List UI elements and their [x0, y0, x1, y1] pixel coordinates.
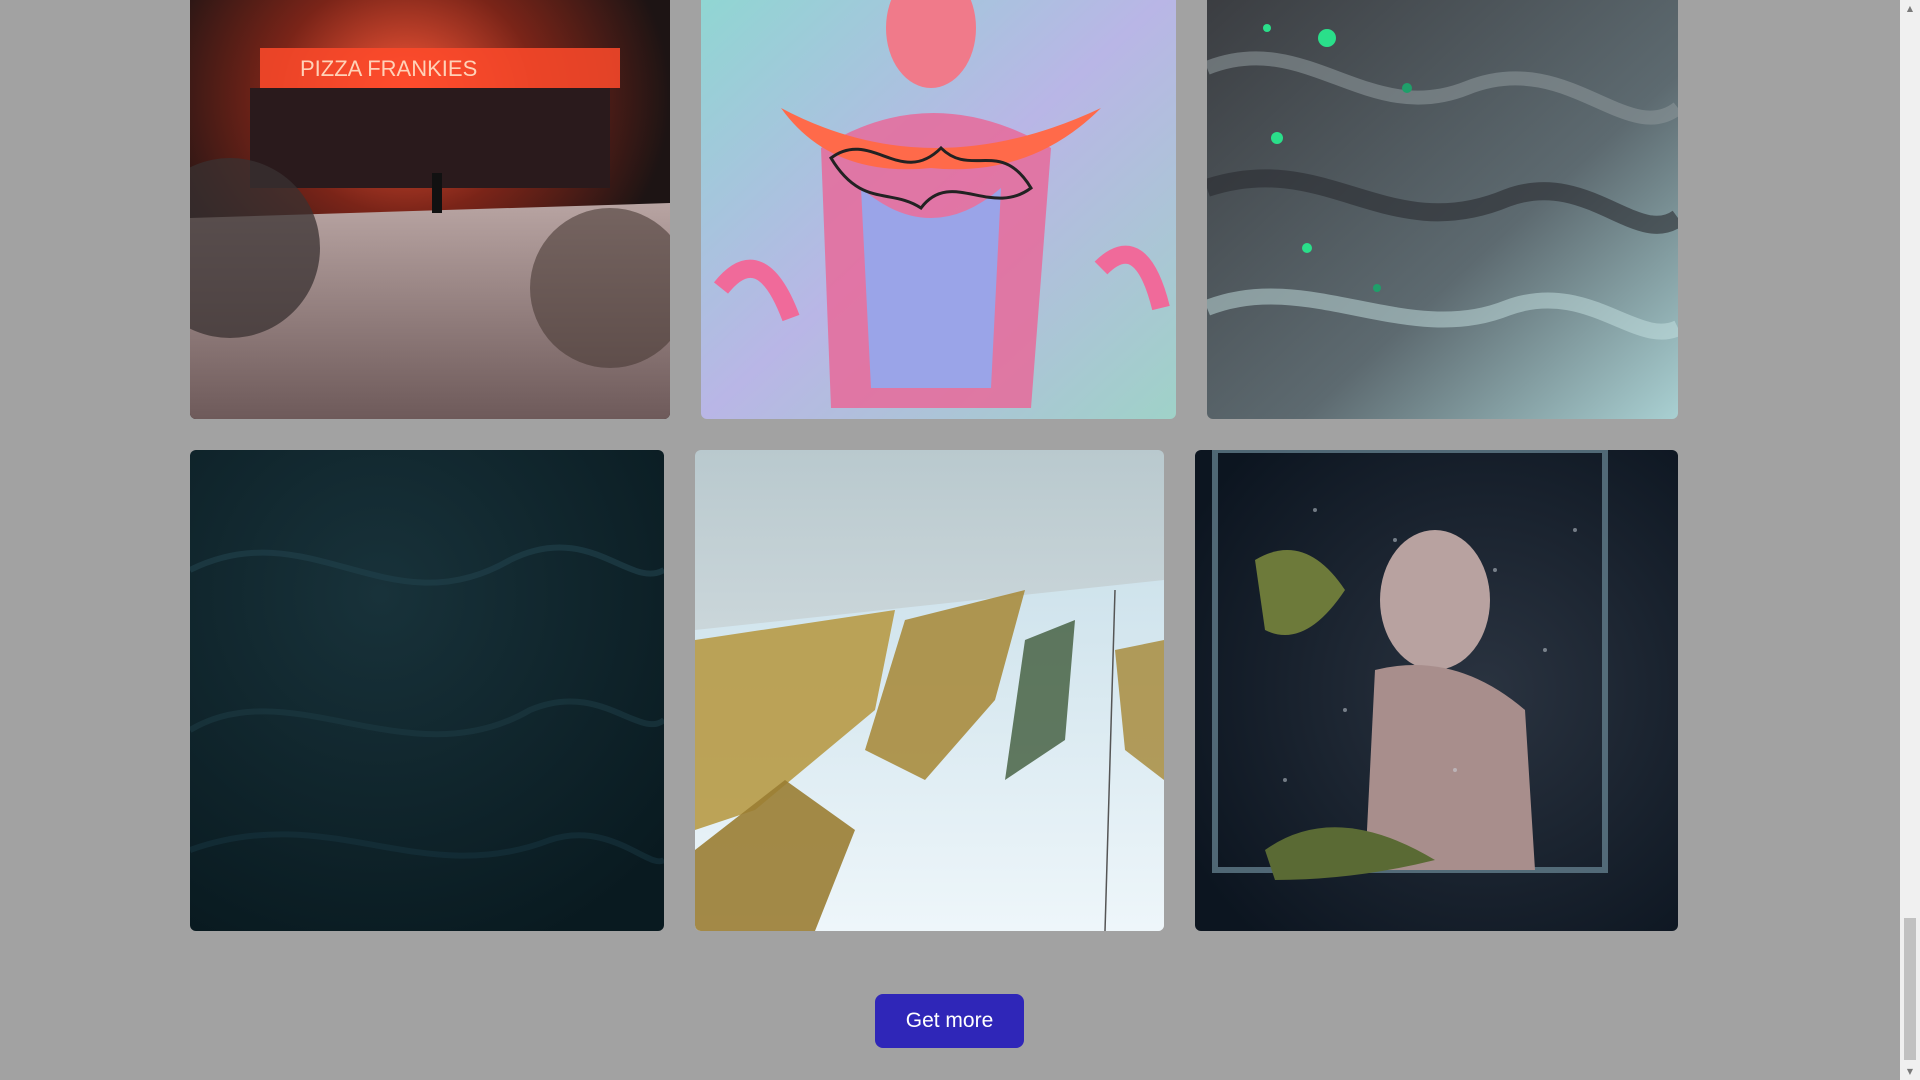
photo-dark-dunes: [190, 450, 664, 931]
gallery-photo[interactable]: [1207, 0, 1678, 419]
photo-marbled-texture: [1207, 0, 1678, 419]
scrollbar-thumb[interactable]: [1904, 918, 1916, 1060]
photo-psychedelic-portrait: [701, 0, 1176, 419]
photo-woman-behind-glass: [1195, 450, 1678, 931]
gallery-photo[interactable]: [695, 450, 1164, 931]
gallery-photo[interactable]: PIZZA FRANKIES: [190, 0, 670, 419]
gallery-photo[interactable]: [701, 0, 1176, 419]
photo-neon-storefront: PIZZA FRANKIES: [190, 0, 670, 419]
scroll-down-arrow-icon[interactable]: ▼: [1900, 1063, 1920, 1080]
scroll-up-arrow-icon[interactable]: ▲: [1900, 0, 1920, 17]
neon-sign-text: PIZZA FRANKIES: [300, 56, 477, 81]
page: PIZZA FRANKIES Get more ▲ ▼: [0, 0, 1920, 1080]
gallery-photo[interactable]: [1195, 450, 1678, 931]
photo-ski-slopes: [695, 450, 1164, 931]
gallery-photo[interactable]: [190, 450, 664, 931]
vertical-scrollbar[interactable]: ▲ ▼: [1900, 0, 1920, 1080]
get-more-button[interactable]: Get more: [875, 994, 1024, 1048]
